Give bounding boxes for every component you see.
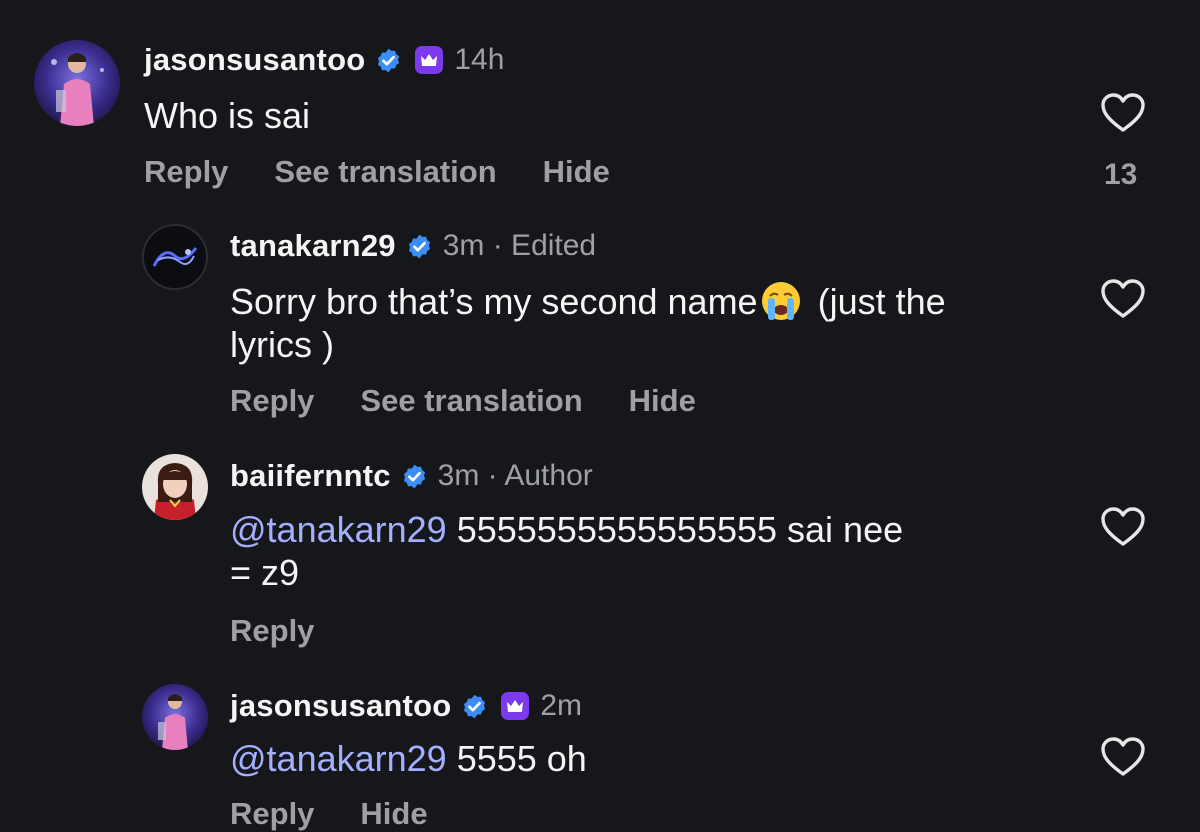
hide-button[interactable]: Hide: [360, 796, 427, 832]
comment-text-part: = z9: [230, 552, 300, 593]
verified-badge-icon: [401, 463, 428, 490]
comment-header: baiifernntc 3m · Author: [230, 458, 593, 494]
verified-badge-icon: [375, 47, 402, 74]
comment-text: @tanakarn29 5555555555555555 sai nee = z…: [230, 508, 903, 594]
comment-actions: Reply See translation Hide: [230, 383, 742, 419]
reply-button[interactable]: Reply: [230, 796, 314, 832]
timestamp: 2m: [540, 689, 583, 722]
comment-text: Sorry bro that’s my second name (just th…: [230, 280, 946, 366]
reply-button[interactable]: Reply: [230, 613, 314, 649]
like-heart-icon[interactable]: [1100, 736, 1146, 778]
comment-text-part: lyrics ): [230, 324, 334, 365]
reply-button[interactable]: Reply: [144, 154, 228, 190]
username[interactable]: tanakarn29: [230, 228, 396, 264]
comment-header: tanakarn29 3m · Edited: [230, 228, 596, 264]
see-translation-button[interactable]: See translation: [274, 154, 496, 190]
comment-text: @tanakarn29 5555 oh: [230, 737, 587, 780]
avatar[interactable]: [142, 224, 208, 290]
username[interactable]: jasonsusantoo: [144, 42, 365, 78]
avatar[interactable]: [142, 684, 208, 750]
comment-header: jasonsusantoo 2m: [230, 688, 582, 724]
like-heart-icon[interactable]: [1100, 506, 1146, 548]
comment-actions: Reply: [230, 613, 360, 649]
hide-button[interactable]: Hide: [543, 154, 610, 190]
like-heart-icon[interactable]: [1100, 92, 1146, 134]
username[interactable]: jasonsusantoo: [230, 688, 451, 724]
hide-button[interactable]: Hide: [629, 383, 696, 419]
like-heart-icon[interactable]: [1100, 278, 1146, 320]
comment-text-part: (just the: [807, 281, 946, 322]
comment-text-part: Sorry bro that’s my second name: [230, 281, 758, 322]
timestamp: 3m · Author: [437, 459, 593, 492]
verified-badge-icon: [406, 233, 433, 260]
mention-link[interactable]: @tanakarn29: [230, 738, 447, 779]
see-translation-button[interactable]: See translation: [360, 383, 582, 419]
comment-text-part: 5555 oh: [446, 738, 587, 779]
like-count: 13: [1104, 158, 1138, 191]
timestamp: 14h: [454, 43, 505, 76]
timestamp: 3m · Edited: [442, 229, 597, 262]
verified-badge-icon: [461, 693, 488, 720]
avatar[interactable]: [142, 454, 208, 520]
avatar[interactable]: [34, 40, 120, 126]
mention-link[interactable]: @tanakarn29: [230, 509, 447, 550]
comment-actions: Reply See translation Hide: [144, 154, 656, 190]
comment-text-part: 5555555555555555 sai nee: [446, 509, 904, 550]
comment-text: Who is sai: [144, 95, 311, 136]
reply-button[interactable]: Reply: [230, 383, 314, 419]
crown-badge-icon: [500, 691, 530, 721]
comment-header: jasonsusantoo 14h: [144, 42, 504, 78]
crying-face-emoji-icon: [760, 280, 802, 322]
crown-badge-icon: [414, 45, 444, 75]
comment-actions: Reply Hide: [230, 796, 474, 832]
username[interactable]: baiifernntc: [230, 458, 391, 494]
